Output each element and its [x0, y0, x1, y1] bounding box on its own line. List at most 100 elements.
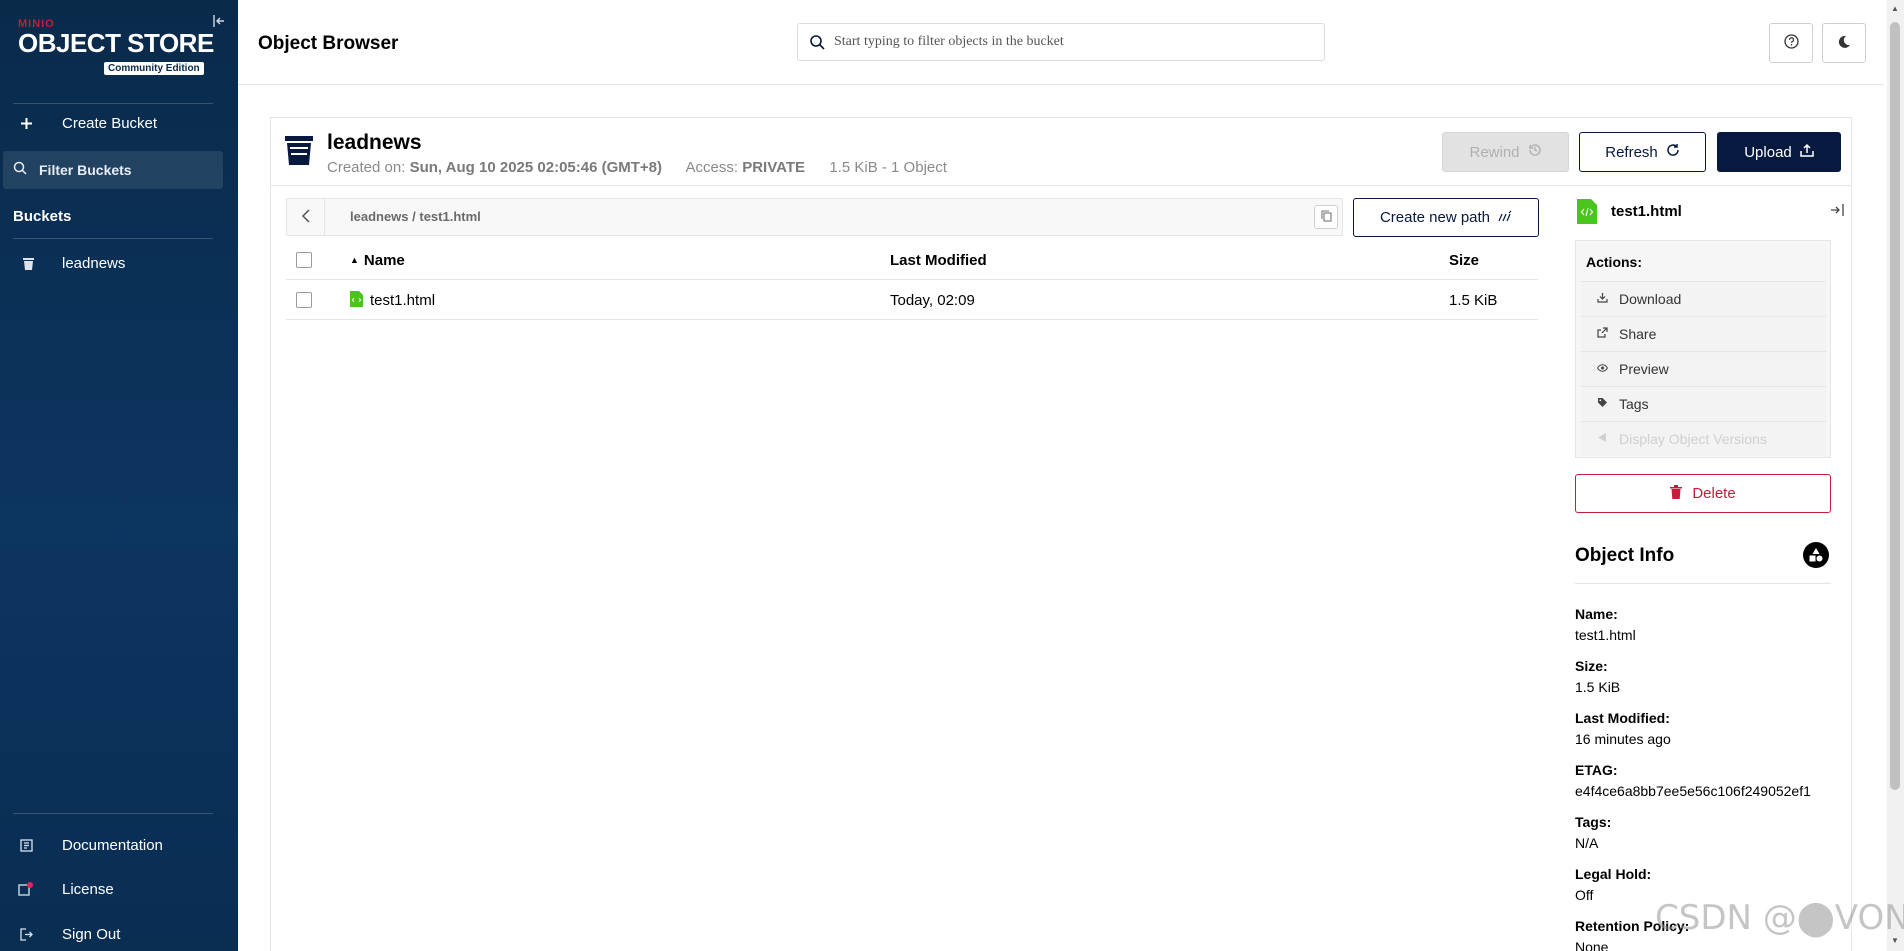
row-file-name: test1.html: [370, 292, 436, 309]
sign-out-label: Sign Out: [62, 925, 121, 943]
column-last-modified-header[interactable]: Last Modified: [890, 252, 987, 269]
info-etag-value: e4f4ce6a8bb7ee5e56c106f249052ef1: [1575, 783, 1811, 799]
object-info-icon[interactable]: [1803, 542, 1829, 568]
table-row[interactable]: test1.html Today, 02:09 1.5 KiB: [286, 280, 1538, 320]
sidebar-item-leadnews[interactable]: leadnews: [0, 244, 238, 282]
created-value: Sun, Aug 10 2025 02:05:46 (GMT+8): [409, 159, 663, 176]
info-legal-hold-label: Legal Hold:: [1575, 866, 1652, 882]
tags-label: Tags: [1619, 396, 1649, 412]
top-bar: Object Browser: [238, 0, 1884, 85]
documentation-label: Documentation: [62, 836, 163, 854]
help-icon: [1783, 34, 1799, 52]
share-icon: [1595, 327, 1609, 341]
csdn-watermark: CSDN @⬤VON: [1655, 898, 1904, 938]
refresh-label: Refresh: [1605, 143, 1658, 161]
help-button[interactable]: [1769, 23, 1813, 63]
info-name-value: test1.html: [1575, 627, 1636, 643]
upload-button[interactable]: Upload: [1717, 132, 1841, 172]
bucket-metadata: Created on: Sun, Aug 10 2025 02:05:46 (G…: [327, 159, 947, 176]
close-detail-button[interactable]: [1830, 203, 1844, 220]
sign-out-icon: [18, 926, 34, 942]
info-tags-value: N/A: [1575, 835, 1599, 851]
display-versions-label: Display Object Versions: [1619, 431, 1767, 447]
column-name-label: Name: [363, 252, 405, 269]
bucket-summary: 1.5 KiB - 1 Object: [829, 159, 947, 176]
sidebar-item-label: leadnews: [62, 254, 126, 272]
breadcrumb-path[interactable]: leadnews / test1.html: [350, 209, 481, 224]
object-info-title: Object Info: [1575, 545, 1675, 566]
select-all-checkbox[interactable]: [296, 252, 312, 268]
license-icon: [18, 881, 34, 897]
html-file-icon: [1577, 199, 1597, 224]
back-button[interactable]: [287, 199, 325, 235]
info-modified-label: Last Modified:: [1575, 710, 1670, 726]
history-icon: [1528, 143, 1542, 161]
documentation-link[interactable]: Documentation: [0, 826, 238, 864]
actions-title: Actions:: [1586, 254, 1642, 270]
info-name-label: Name:: [1575, 606, 1618, 622]
refresh-button[interactable]: Refresh: [1579, 132, 1706, 172]
filter-buckets-placeholder: Filter Buckets: [39, 162, 132, 178]
chevron-left-icon: [301, 207, 310, 228]
trash-icon: [1670, 484, 1683, 503]
documentation-icon: [18, 837, 34, 853]
object-search-box[interactable]: [797, 23, 1325, 61]
row-size: 1.5 KiB: [1449, 292, 1498, 309]
tag-icon: [1595, 397, 1609, 411]
info-legal-hold-value: Off: [1575, 887, 1594, 903]
info-tags-label: Tags:: [1575, 814, 1612, 830]
minio-logo[interactable]: MINIO OBJECT STORE Community Edition: [18, 18, 214, 75]
logo-title: OBJECT STORE: [18, 28, 214, 58]
row-checkbox[interactable]: [296, 292, 312, 308]
download-action[interactable]: Download: [1581, 281, 1826, 316]
rewind-button[interactable]: Rewind: [1442, 132, 1569, 172]
plus-icon: [18, 115, 34, 131]
delete-button[interactable]: Delete: [1575, 474, 1831, 513]
refresh-icon: [1666, 143, 1680, 161]
search-icon: [809, 34, 825, 50]
dark-mode-toggle[interactable]: [1822, 23, 1866, 63]
detail-file-name: test1.html: [1611, 203, 1682, 220]
table-header: ▲ Name Last Modified Size: [286, 240, 1538, 280]
page-scrollbar[interactable]: ▲ ▼: [1887, 0, 1904, 951]
column-size-header[interactable]: Size: [1449, 252, 1479, 269]
upload-icon: [1800, 143, 1814, 161]
tags-action[interactable]: Tags: [1581, 386, 1826, 421]
html-file-icon: [350, 291, 363, 307]
copy-path-button[interactable]: [1314, 205, 1338, 229]
bucket-header: leadnews Created on: Sun, Aug 10 2025 02…: [271, 118, 1851, 186]
info-retention-value: None: [1575, 939, 1609, 951]
created-label: Created on:: [327, 159, 406, 176]
collapse-sidebar-icon[interactable]: [212, 14, 228, 30]
create-bucket-button[interactable]: Create Bucket: [0, 104, 238, 142]
sidebar-divider: [13, 813, 213, 814]
column-name-header[interactable]: ▲ Name: [350, 252, 405, 269]
create-bucket-label: Create Bucket: [62, 114, 158, 132]
preview-label: Preview: [1619, 361, 1669, 377]
display-versions-action: Display Object Versions: [1581, 421, 1826, 456]
share-action[interactable]: Share: [1581, 316, 1826, 351]
object-info-divider: [1575, 583, 1831, 584]
license-link[interactable]: License: [0, 870, 238, 908]
info-size-label: Size:: [1575, 658, 1608, 674]
new-path-icon: [1498, 209, 1512, 226]
share-label: Share: [1619, 326, 1657, 342]
logo-edition-badge: Community Edition: [104, 62, 204, 75]
scroll-up-arrow-icon[interactable]: ▲: [1891, 4, 1899, 13]
bucket-icon: [20, 255, 36, 271]
preview-action[interactable]: Preview: [1581, 351, 1826, 386]
scrollbar-thumb[interactable]: [1890, 22, 1900, 790]
bucket-name: leadnews: [327, 131, 422, 154]
delete-label: Delete: [1692, 485, 1736, 502]
sign-out-button[interactable]: Sign Out: [0, 915, 238, 951]
object-search-input[interactable]: [834, 24, 1314, 60]
download-icon: [1595, 292, 1609, 306]
info-modified-value: 16 minutes ago: [1575, 731, 1671, 747]
create-new-path-button[interactable]: Create new path: [1353, 198, 1539, 237]
copy-icon: [1320, 209, 1332, 225]
row-last-modified: Today, 02:09: [890, 292, 975, 309]
access-value: PRIVATE: [742, 159, 806, 176]
rewind-label: Rewind: [1469, 143, 1520, 161]
page-title: Object Browser: [258, 33, 399, 54]
filter-buckets-input[interactable]: Filter Buckets: [3, 151, 223, 189]
